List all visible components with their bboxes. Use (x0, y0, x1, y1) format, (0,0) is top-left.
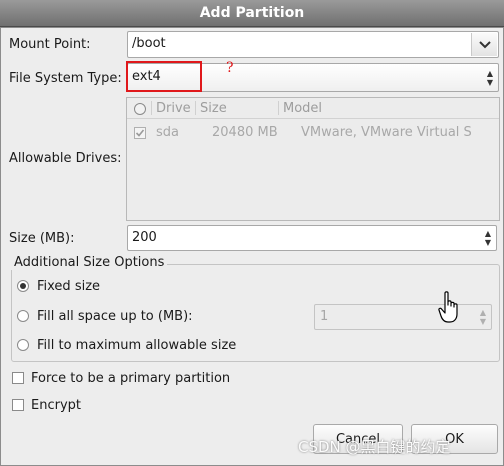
fill-max-radio[interactable] (17, 339, 29, 351)
drive-size: 20480 MB (212, 125, 278, 140)
mount-point-combo[interactable]: /boot (127, 31, 499, 58)
spin-arrows-icon[interactable]: ▲ ▼ (481, 227, 495, 249)
annotation-highlight-box (126, 61, 202, 92)
primary-partition-checkbox[interactable] (12, 372, 24, 384)
column-divider (195, 101, 196, 115)
fill-up-to-label[interactable]: Fill all space up to (MB): (37, 309, 193, 324)
fixed-size-radio[interactable] (17, 280, 29, 292)
size-value: 200 (132, 230, 157, 245)
mount-point-dropdown-button[interactable] (471, 33, 497, 56)
column-header-size[interactable]: Size (200, 101, 227, 116)
size-spinbutton[interactable]: 200 ▲ ▼ (127, 225, 497, 251)
drive-name: sda (156, 125, 179, 140)
chevron-down-icon (478, 40, 491, 48)
column-header-drive[interactable]: Drive (156, 101, 191, 116)
column-divider (151, 101, 152, 115)
fixed-size-label[interactable]: Fixed size (37, 279, 100, 294)
encrypt-checkbox[interactable] (12, 399, 24, 411)
drives-table[interactable]: Drive Size Model sda 20480 MB VMware, VM… (126, 97, 500, 221)
mount-point-label: Mount Point: (9, 37, 91, 52)
fill-up-to-value: 1 (320, 309, 329, 324)
table-row[interactable]: sda 20480 MB VMware, VMware Virtual S (127, 122, 499, 142)
encrypt-label[interactable]: Encrypt (31, 398, 81, 413)
csdn-watermark: CSDN @黑白键的约定 (298, 438, 451, 456)
select-all-radio-icon (134, 103, 146, 115)
fill-max-label[interactable]: Fill to maximum allowable size (37, 338, 236, 353)
column-divider (278, 101, 279, 115)
fill-up-to-radio[interactable] (17, 310, 29, 322)
spin-arrows-icon[interactable]: ▲ ▼ (476, 306, 490, 328)
size-label: Size (MB): (9, 231, 75, 246)
updown-arrows-icon: ▲ ▼ (486, 68, 494, 87)
title-bar[interactable]: Add Partition (0, 0, 504, 27)
column-header-model[interactable]: Model (283, 101, 322, 116)
fill-up-to-spinbutton[interactable]: 1 ▲ ▼ (314, 304, 492, 330)
annotation-question-mark: ? (226, 60, 234, 76)
fs-type-label: File System Type: (9, 71, 122, 86)
drive-checkbox[interactable] (134, 127, 146, 139)
hand-pointer-cursor-icon (438, 291, 458, 323)
primary-partition-label[interactable]: Force to be a primary partition (31, 371, 230, 386)
drive-model: VMware, VMware Virtual S (301, 125, 472, 140)
mount-point-value: /boot (132, 36, 166, 51)
window-title: Add Partition (199, 5, 305, 21)
drives-table-header: Drive Size Model (127, 98, 499, 119)
allowable-drives-label: Allowable Drives: (9, 151, 122, 166)
size-options-title: Additional Size Options (11, 255, 168, 270)
checkmark-icon (135, 129, 145, 137)
